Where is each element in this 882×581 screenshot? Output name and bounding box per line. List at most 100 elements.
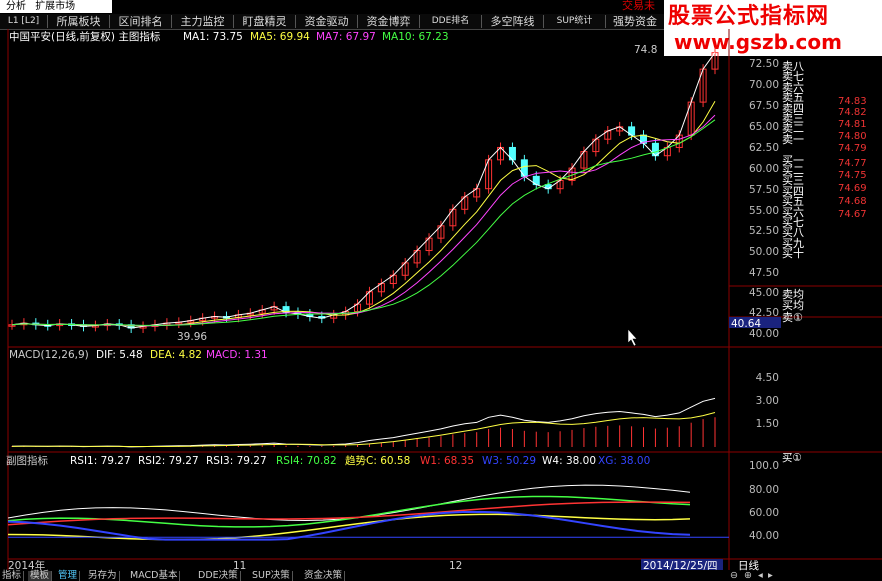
ma-line: [11, 114, 716, 327]
y-tick: 60.00: [748, 163, 779, 175]
dea-label: DEA: 4.82: [150, 349, 202, 361]
main-chart-title: 中国平安(日线,前复权) 主图指标: [9, 31, 161, 43]
order-book-label: 买十: [782, 247, 804, 260]
sub-tick: 100.0: [748, 460, 779, 472]
order-book-price: 74.68: [838, 196, 867, 207]
tab-manage[interactable]: 管理: [56, 571, 81, 581]
order-book-price: 74.83: [838, 96, 867, 107]
ma1-label: MA1: 73.75: [183, 31, 243, 43]
y-tick: 50.00: [748, 246, 779, 258]
sub-tick: 80.00: [748, 484, 779, 496]
y-tick: 67.50: [748, 100, 779, 112]
macd-tick: 4.50: [755, 372, 779, 384]
ma5-label: MA5: 69.94: [250, 31, 310, 43]
macd-value-label: MACD: 1.31: [206, 349, 268, 361]
y-tick: 45.00: [748, 287, 779, 299]
ma-line: [11, 101, 716, 327]
macd-panel: [11, 397, 716, 448]
moving-average-lines: [11, 52, 716, 329]
ma10-label: MA10: 67.23: [382, 31, 449, 43]
high-price-label: 74.8: [634, 44, 658, 56]
sub-indicator-panel: [7, 484, 729, 541]
tab-macd-basic[interactable]: MACD基本: [128, 571, 181, 581]
scroll-right-icon[interactable]: ▸: [766, 571, 775, 581]
bottom-tab-bar: 指标 模板 管理 另存为 MACD基本 DDE决策 SUP决策 资金决策 ⊖ ⊕…: [0, 571, 882, 581]
order-book-label: 卖①: [782, 311, 803, 324]
y-tick: 40.00: [748, 328, 779, 340]
tab-capital-game[interactable]: 资金博弈: [358, 15, 420, 28]
tab-template[interactable]: 模板: [28, 571, 53, 581]
y-tick: 47.50: [748, 267, 779, 279]
y-tick: 65.00: [748, 121, 779, 133]
order-book-price: 74.75: [838, 170, 867, 181]
trend-label: 趋势C: 60.58: [345, 455, 411, 467]
order-book-label: 买均: [782, 299, 804, 312]
tab-l1-l2[interactable]: L1 [L2]: [0, 15, 48, 28]
y-tick: 72.50: [748, 58, 779, 70]
tab-indicator[interactable]: 指标: [0, 571, 25, 581]
menu-extended-market[interactable]: 扩展市场: [35, 1, 75, 12]
low-price-label: 39.96: [177, 331, 208, 343]
tab-sup-stats[interactable]: SUP统计: [544, 15, 606, 28]
y-tick: 55.00: [748, 205, 779, 217]
mouse-cursor: [627, 328, 638, 347]
sub-tick: 40.00: [748, 530, 779, 542]
tab-save-as[interactable]: 另存为: [86, 571, 120, 581]
w1-line: [7, 501, 691, 526]
y-tick: 62.50: [748, 142, 779, 154]
ma-line: [11, 52, 716, 329]
plus-icon[interactable]: ⊕: [742, 571, 754, 581]
w4-label: W4: 38.00: [542, 455, 596, 467]
menu-analysis[interactable]: 分析: [6, 1, 26, 12]
order-book-price: 74.79: [838, 143, 867, 154]
top-menu: 分析 扩展市场: [0, 0, 112, 13]
w3-line: [7, 510, 691, 541]
tab-bull-bear[interactable]: 多空阵线: [482, 15, 544, 28]
tab-strong-capital[interactable]: 强势资金: [606, 15, 665, 28]
rsi4-line: [7, 495, 691, 528]
buy-one-label: 买①: [782, 452, 802, 464]
ma7-label: MA7: 67.97: [316, 31, 376, 43]
tab-capital-decision[interactable]: 资金决策: [302, 571, 346, 581]
macd-tick: 1.50: [755, 418, 779, 430]
tab-dde-decision[interactable]: DDE决策: [196, 571, 241, 581]
order-book-price: 74.67: [838, 209, 867, 220]
order-book-price: 74.82: [838, 107, 867, 118]
rsi1-label: RSI1: 79.27: [70, 455, 131, 467]
y-tick: 70.00: [748, 79, 779, 91]
order-book-price: 74.81: [838, 119, 867, 130]
order-book-price: 74.69: [838, 183, 867, 194]
dif-line: [11, 397, 716, 448]
y-tick: 52.50: [748, 225, 779, 237]
order-book-price: 74.77: [838, 158, 867, 169]
tab-dde-rank[interactable]: DDE排名: [420, 15, 482, 28]
rsi3-label: RSI3: 79.27: [206, 455, 267, 467]
order-book-price: 74.80: [838, 131, 867, 142]
order-book-label: 卖一: [782, 133, 804, 146]
tab-sector[interactable]: 所属板块: [48, 15, 110, 28]
top-tab-bar: L1 [L2] 所属板块 区间排名 主力监控 盯盘精灵 资金驱动 资金博弈 DD…: [0, 14, 665, 30]
watermark-title: 股票公式指标网: [668, 4, 830, 29]
rsi2-label: RSI2: 79.27: [138, 455, 199, 467]
tab-watch-elf[interactable]: 盯盘精灵: [234, 15, 296, 28]
w1-label: W1: 68.35: [420, 455, 474, 467]
rsi4-label: RSI4: 70.82: [276, 455, 337, 467]
trade-status-text: 交易未: [622, 0, 655, 12]
macd-tick: 3.00: [755, 395, 779, 407]
ma-line: [11, 119, 716, 326]
sub-title: 副图指标: [6, 455, 48, 467]
tab-main-monitor[interactable]: 主力监控: [172, 15, 234, 28]
sub-tick: 60.00: [748, 507, 779, 519]
macd-title: MACD(12,26,9): [9, 349, 89, 361]
xg-label: XG: 38.00: [598, 455, 651, 467]
y-tick: 57.50: [748, 184, 779, 196]
candlesticks: [8, 47, 719, 333]
minus-icon[interactable]: ⊖: [728, 571, 740, 581]
tab-range-rank[interactable]: 区间排名: [110, 15, 172, 28]
w3-label: W3: 50.29: [482, 455, 536, 467]
y-tick: 42.50: [748, 307, 779, 319]
tab-capital-drive[interactable]: 资金驱动: [296, 15, 358, 28]
scroll-left-icon[interactable]: ◂: [756, 571, 765, 581]
tab-sup-decision[interactable]: SUP决策: [250, 571, 293, 581]
dif-label: DIF: 5.48: [96, 349, 143, 361]
